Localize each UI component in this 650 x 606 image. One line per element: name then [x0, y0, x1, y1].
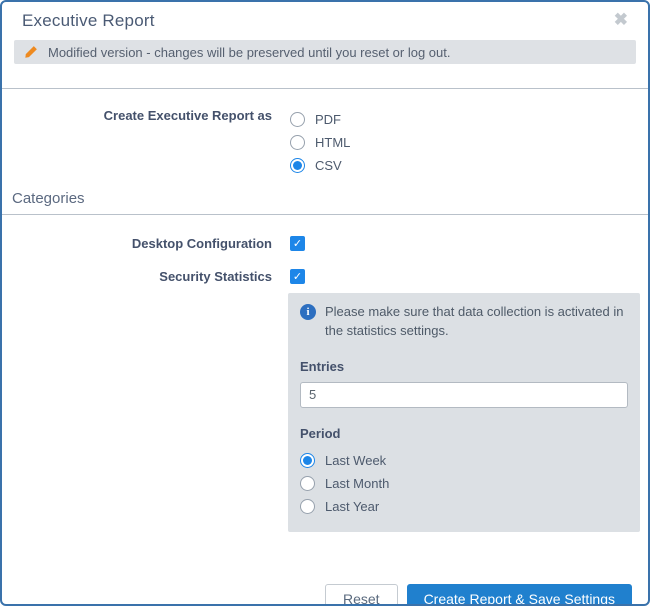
radio-button[interactable] [290, 158, 305, 173]
radio-button[interactable] [290, 135, 305, 150]
format-row-label: Create Executive Report as [2, 108, 272, 177]
header-divider [2, 88, 648, 89]
pencil-icon [24, 45, 38, 59]
modified-version-notice: Modified version - changes will be prese… [14, 40, 636, 64]
close-icon[interactable]: ✖ [614, 11, 628, 28]
radio-label[interactable]: PDF [315, 112, 341, 127]
format-row: Create Executive Report as PDF HTML CSV [2, 108, 648, 177]
radio-label[interactable]: CSV [315, 158, 342, 173]
info-text: Please make sure that data collection is… [325, 303, 628, 341]
desktop-configuration-row: Desktop Configuration ✓ [2, 236, 648, 252]
period-options: Last Week Last Month Last Year [300, 449, 628, 518]
info-row: i Please make sure that data collection … [300, 303, 628, 341]
entries-input[interactable] [300, 382, 628, 408]
dialog-footer: Reset Create Report & Save Settings [2, 584, 648, 606]
radio-label[interactable]: Last Week [325, 453, 386, 468]
radio-label[interactable]: Last Year [325, 499, 379, 514]
radio-option-csv[interactable]: CSV [290, 154, 648, 177]
entries-label: Entries [300, 359, 628, 374]
radio-option-pdf[interactable]: PDF [290, 108, 648, 131]
panel-spacer [2, 293, 288, 532]
radio-option-last-month[interactable]: Last Month [300, 472, 628, 495]
radio-option-html[interactable]: HTML [290, 131, 648, 154]
info-icon: i [300, 304, 316, 320]
page-title: Executive Report [22, 11, 155, 31]
radio-label[interactable]: Last Month [325, 476, 389, 491]
categories-heading: Categories [12, 190, 648, 207]
executive-report-dialog: Executive Report ✖ Modified version - ch… [0, 0, 650, 606]
reset-button[interactable]: Reset [325, 584, 398, 606]
notice-text: Modified version - changes will be prese… [48, 45, 451, 60]
radio-button[interactable] [300, 476, 315, 491]
format-options: PDF HTML CSV [290, 108, 648, 177]
checkbox-row-label: Desktop Configuration [2, 236, 272, 252]
radio-button[interactable] [300, 499, 315, 514]
desktop-configuration-checkbox[interactable]: ✓ [290, 236, 305, 251]
radio-option-last-week[interactable]: Last Week [300, 449, 628, 472]
checkbox-row-label: Security Statistics [2, 269, 272, 285]
radio-option-last-year[interactable]: Last Year [300, 495, 628, 518]
radio-button[interactable] [300, 453, 315, 468]
categories-divider [2, 214, 648, 215]
period-label: Period [300, 426, 628, 441]
statistics-panel-row: i Please make sure that data collection … [2, 293, 648, 532]
create-report-save-settings-button[interactable]: Create Report & Save Settings [407, 584, 632, 606]
radio-label[interactable]: HTML [315, 135, 350, 150]
dialog-header: Executive Report ✖ [2, 2, 648, 40]
security-statistics-row: Security Statistics ✓ [2, 269, 648, 285]
security-statistics-checkbox[interactable]: ✓ [290, 269, 305, 284]
radio-button[interactable] [290, 112, 305, 127]
statistics-settings-panel: i Please make sure that data collection … [288, 293, 640, 532]
